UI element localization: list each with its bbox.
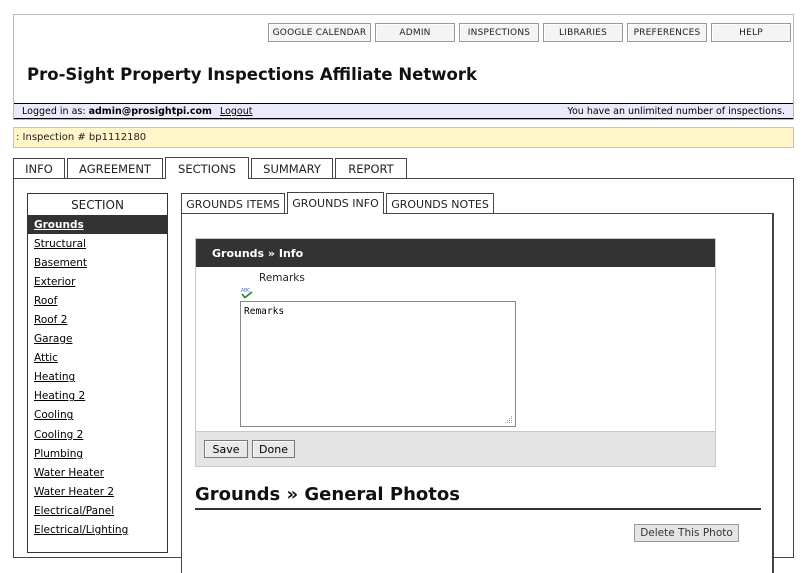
nav-help-button[interactable]: HELP: [711, 23, 791, 42]
tab-summary[interactable]: SUMMARY: [251, 158, 333, 179]
delete-photo-button[interactable]: Delete This Photo: [634, 524, 739, 542]
section-item-electrical-lighting[interactable]: Electrical/Lighting: [28, 521, 167, 540]
spellcheck-icon[interactable]: ABC: [240, 287, 254, 299]
logout-link[interactable]: Logout: [220, 106, 253, 117]
app-header: GOOGLE CALENDAR ADMIN INSPECTIONS LIBRAR…: [13, 14, 794, 120]
inspection-number-bar: : Inspection # bp1112180: [13, 127, 794, 148]
section-item-cooling-2[interactable]: Cooling 2: [28, 425, 167, 444]
section-item-roof-2[interactable]: Roof 2: [28, 310, 167, 329]
main-tabs: INFO AGREEMENT SECTIONS SUMMARY REPORT: [13, 157, 409, 179]
resize-grip-icon[interactable]: [503, 414, 513, 424]
general-photos-heading: Grounds » General Photos: [195, 484, 460, 505]
section-list-header: SECTION: [71, 197, 124, 212]
grounds-sub-tabs: GROUNDS ITEMS GROUNDS INFO GROUNDS NOTES: [181, 192, 496, 214]
nav-inspections-button[interactable]: INSPECTIONS: [459, 23, 539, 42]
section-list: SECTION Grounds Structural Basement Exte…: [27, 193, 168, 553]
section-item-attic[interactable]: Attic: [28, 349, 167, 368]
info-button-bar: Save Done: [196, 431, 715, 466]
remarks-label: Remarks: [259, 272, 305, 284]
grounds-info-panel: Grounds » Info Remarks ABC Remarks Save …: [181, 213, 774, 573]
section-item-plumbing[interactable]: Plumbing: [28, 444, 167, 463]
sections-panel: SECTION Grounds Structural Basement Exte…: [13, 178, 794, 573]
grounds-info-box: Grounds » Info Remarks ABC Remarks Save …: [195, 238, 716, 467]
tab-sections[interactable]: SECTIONS: [165, 157, 249, 179]
section-item-electrical-panel[interactable]: Electrical/Panel: [28, 501, 167, 520]
tab-grounds-notes[interactable]: GROUNDS NOTES: [386, 193, 494, 214]
login-info: Logged in as: admin@prosightpi.com Logout: [22, 106, 253, 117]
section-item-basement[interactable]: Basement: [28, 253, 167, 272]
section-item-roof[interactable]: Roof: [28, 291, 167, 310]
heading-divider: [195, 508, 761, 510]
section-item-heating[interactable]: Heating: [28, 368, 167, 387]
nav-preferences-button[interactable]: PREFERENCES: [627, 23, 707, 42]
login-bar: Logged in as: admin@prosightpi.com Logout…: [14, 103, 793, 119]
tab-grounds-items[interactable]: GROUNDS ITEMS: [181, 193, 285, 214]
nav-admin-button[interactable]: ADMIN: [375, 23, 455, 42]
section-item-heating-2[interactable]: Heating 2: [28, 387, 167, 406]
section-item-water-heater-2[interactable]: Water Heater 2: [28, 482, 167, 501]
login-user: admin@prosightpi.com: [88, 105, 212, 117]
tab-agreement[interactable]: AGREEMENT: [67, 158, 163, 179]
site-title: Pro-Sight Property Inspections Affiliate…: [27, 65, 477, 84]
section-item-cooling[interactable]: Cooling: [28, 406, 167, 425]
section-item-exterior[interactable]: Exterior: [28, 272, 167, 291]
tab-report[interactable]: REPORT: [335, 158, 407, 179]
inspection-quota-status: You have an unlimited number of inspecti…: [567, 105, 785, 117]
section-item-garage[interactable]: Garage: [28, 330, 167, 349]
nav-google-calendar-button[interactable]: GOOGLE CALENDAR: [268, 23, 371, 42]
section-item-structural[interactable]: Structural: [28, 234, 167, 253]
section-item-water-heater[interactable]: Water Heater: [28, 463, 167, 482]
section-item-grounds[interactable]: Grounds: [28, 215, 167, 235]
info-title: Grounds » Info: [196, 239, 715, 267]
save-button[interactable]: Save: [204, 440, 248, 458]
svg-text:ABC: ABC: [241, 288, 250, 294]
nav-libraries-button[interactable]: LIBRARIES: [543, 23, 623, 42]
login-prefix: Logged in as:: [22, 105, 89, 117]
top-nav: GOOGLE CALENDAR ADMIN INSPECTIONS LIBRAR…: [268, 23, 795, 42]
tab-info[interactable]: INFO: [13, 158, 65, 179]
done-button[interactable]: Done: [252, 440, 295, 458]
remarks-textarea[interactable]: Remarks: [240, 301, 516, 427]
tab-grounds-info[interactable]: GROUNDS INFO: [287, 192, 384, 214]
